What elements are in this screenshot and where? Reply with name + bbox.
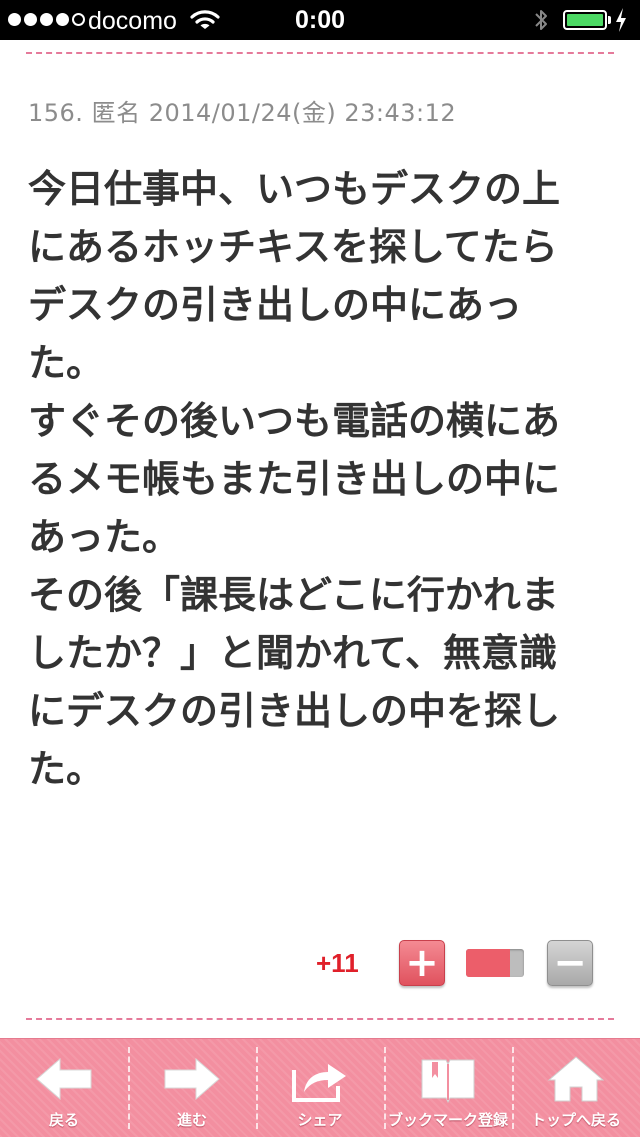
battery-nub [608, 16, 611, 24]
post-body-line: したか？」と聞かれて、無意識 [28, 631, 557, 675]
post-body-line: た。 [28, 747, 105, 791]
arrow-left-icon [32, 1053, 96, 1105]
post-body-line: にあるホッチキスを探してたら [28, 225, 558, 269]
vote-count: +11 [316, 948, 359, 978]
forward-label: 進む [176, 1111, 207, 1129]
post-meta: 156. 匿名 2014/01/24(金) 23:43:12 [28, 99, 457, 127]
forward-button[interactable]: 進む [128, 1039, 256, 1137]
post-body-line: 今日仕事中、いつもデスクの上 [28, 167, 561, 211]
charging-icon [614, 6, 628, 41]
back-label: 戻る [48, 1111, 79, 1129]
top-button[interactable]: トップへ戻る [512, 1039, 640, 1137]
post-body: 今日仕事中、いつもデスクの上 にあるホッチキスを探してたら デスクの引き出しの中にあ… [28, 160, 600, 798]
vote-ratio-bar [466, 949, 524, 977]
bluetooth-icon [533, 7, 549, 40]
top-label: トップへ戻る [530, 1111, 621, 1129]
arrow-right-icon [160, 1053, 224, 1105]
bottom-toolbar: 戻る 進む シェア ブックマーク登録 トップへ戻る [0, 1038, 640, 1137]
post-body-line: た。 [28, 341, 105, 385]
top-divider [26, 52, 614, 54]
vote-minus-button[interactable]: − [547, 940, 593, 986]
post-body-line: すぐその後いつも電話の横にあ [28, 399, 561, 443]
bookmark-label: ブックマーク登録 [387, 1111, 508, 1129]
post-body-line: デスクの引き出しの中にあっ [28, 283, 523, 327]
vote-plus-button[interactable]: + [399, 940, 445, 986]
post-body-line: あった。 [28, 515, 181, 559]
status-bar: docomo 0:00 [0, 0, 640, 40]
bottom-divider [26, 1018, 614, 1020]
book-icon [416, 1053, 480, 1105]
share-icon [288, 1053, 352, 1105]
post-body-line: にデスクの引き出しの中を探し [28, 689, 561, 733]
home-icon [544, 1053, 608, 1105]
back-button[interactable]: 戻る [0, 1039, 128, 1137]
battery-icon [563, 10, 607, 30]
post-body-line: るメモ帳もまた引き出しの中に [28, 457, 561, 501]
post-body-line: その後「課長はどこに行かれま [28, 573, 559, 617]
bookmark-button[interactable]: ブックマーク登録 [384, 1039, 512, 1137]
share-button[interactable]: シェア [256, 1039, 384, 1137]
share-label: シェア [297, 1111, 343, 1129]
